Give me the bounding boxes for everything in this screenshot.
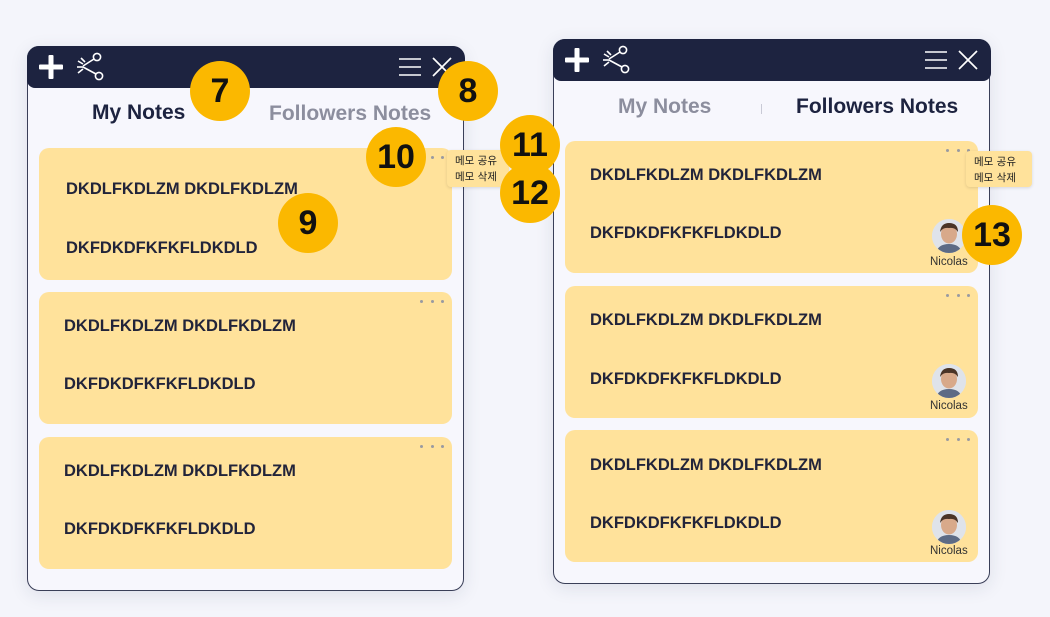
note-context-menu: 메모 공유 메모 삭제: [966, 151, 1032, 187]
note-card[interactable]: DKDLFKDLZM DKDLFKDLZM DKFDKDFKFKFLDKDLD: [39, 437, 452, 569]
note-card[interactable]: DKDLFKDLZM DKDLFKDLZM DKFDKDFKFKFLDKDLD …: [565, 430, 978, 562]
more-dots-icon[interactable]: [420, 442, 444, 450]
tab-followers-notes[interactable]: Followers Notes: [796, 95, 958, 119]
more-dots-icon[interactable]: [420, 297, 444, 305]
menu-item-delete-note[interactable]: 메모 삭제: [455, 169, 501, 185]
note-line-2: DKFDKDFKFKFLDKDLD: [590, 514, 782, 532]
note-line-1: DKDLFKDLZM DKDLFKDLZM: [64, 317, 296, 335]
avatar[interactable]: [932, 510, 966, 544]
more-dots-icon[interactable]: [946, 435, 970, 443]
menu-item-share-note[interactable]: 메모 공유: [455, 153, 501, 169]
more-dots-icon[interactable]: [946, 291, 970, 299]
avatar[interactable]: [932, 219, 966, 253]
note-line-1: DKDLFKDLZM DKDLFKDLZM: [590, 311, 822, 329]
note-line-2: DKFDKDFKFKFLDKDLD: [64, 375, 256, 393]
menu-item-delete-note[interactable]: 메모 삭제: [974, 170, 1024, 186]
avatar-photo-icon: [932, 364, 966, 398]
avatar-photo-icon: [932, 219, 966, 253]
note-card[interactable]: DKDLFKDLZM DKDLFKDLZM DKFDKDFKFKFLDKDLD: [39, 292, 452, 424]
note-line-2: DKFDKDFKFKFLDKDLD: [590, 224, 782, 242]
right-notes-panel: My Notes Followers Notes DKDLFKDLZM DKDL…: [552, 38, 991, 584]
hamburger-menu-icon[interactable]: [924, 49, 948, 71]
tab-my-notes[interactable]: My Notes: [618, 95, 711, 119]
menu-item-share-note[interactable]: 메모 공유: [974, 154, 1024, 170]
annotation-badge: 12: [500, 163, 560, 223]
annotation-badge: 10: [366, 127, 426, 187]
note-context-menu: 메모 공유 메모 삭제: [447, 150, 509, 187]
annotation-badge: 13: [962, 205, 1022, 265]
note-line-1: DKDLFKDLZM DKDLFKDLZM: [66, 180, 298, 198]
note-card[interactable]: DKDLFKDLZM DKDLFKDLZM DKFDKDFKFKFLDKDLD …: [565, 286, 978, 418]
note-line-2: DKFDKDFKFKFLDKDLD: [66, 239, 258, 257]
tab-separator: [761, 104, 762, 114]
note-card[interactable]: DKDLFKDLZM DKDLFKDLZM DKFDKDFKFKFLDKDLD …: [565, 141, 978, 273]
annotation-badge: 9: [278, 193, 338, 253]
avatar[interactable]: [932, 364, 966, 398]
note-line-1: DKDLFKDLZM DKDLFKDLZM: [590, 456, 822, 474]
note-author-name: Nicolas: [930, 400, 968, 412]
right-panel-toolbar: [552, 38, 991, 81]
avatar-photo-icon: [932, 510, 966, 544]
hamburger-menu-icon[interactable]: [398, 56, 422, 78]
note-author-name: Nicolas: [930, 256, 968, 268]
note-line-1: DKDLFKDLZM DKDLFKDLZM: [64, 462, 296, 480]
annotation-badge: 8: [438, 61, 498, 121]
note-author-name: Nicolas: [930, 545, 968, 557]
annotation-badge: 7: [190, 61, 250, 121]
tab-my-notes[interactable]: My Notes: [92, 101, 185, 125]
close-icon[interactable]: [957, 49, 979, 71]
plus-icon[interactable]: [564, 47, 590, 73]
note-line-1: DKDLFKDLZM DKDLFKDLZM: [590, 166, 822, 184]
note-line-2: DKFDKDFKFKFLDKDLD: [590, 370, 782, 388]
note-line-2: DKFDKDFKFKFLDKDLD: [64, 520, 256, 538]
share-icon[interactable]: [75, 52, 107, 82]
share-icon[interactable]: [601, 45, 633, 75]
plus-icon[interactable]: [38, 54, 64, 80]
tab-followers-notes[interactable]: Followers Notes: [269, 102, 431, 126]
